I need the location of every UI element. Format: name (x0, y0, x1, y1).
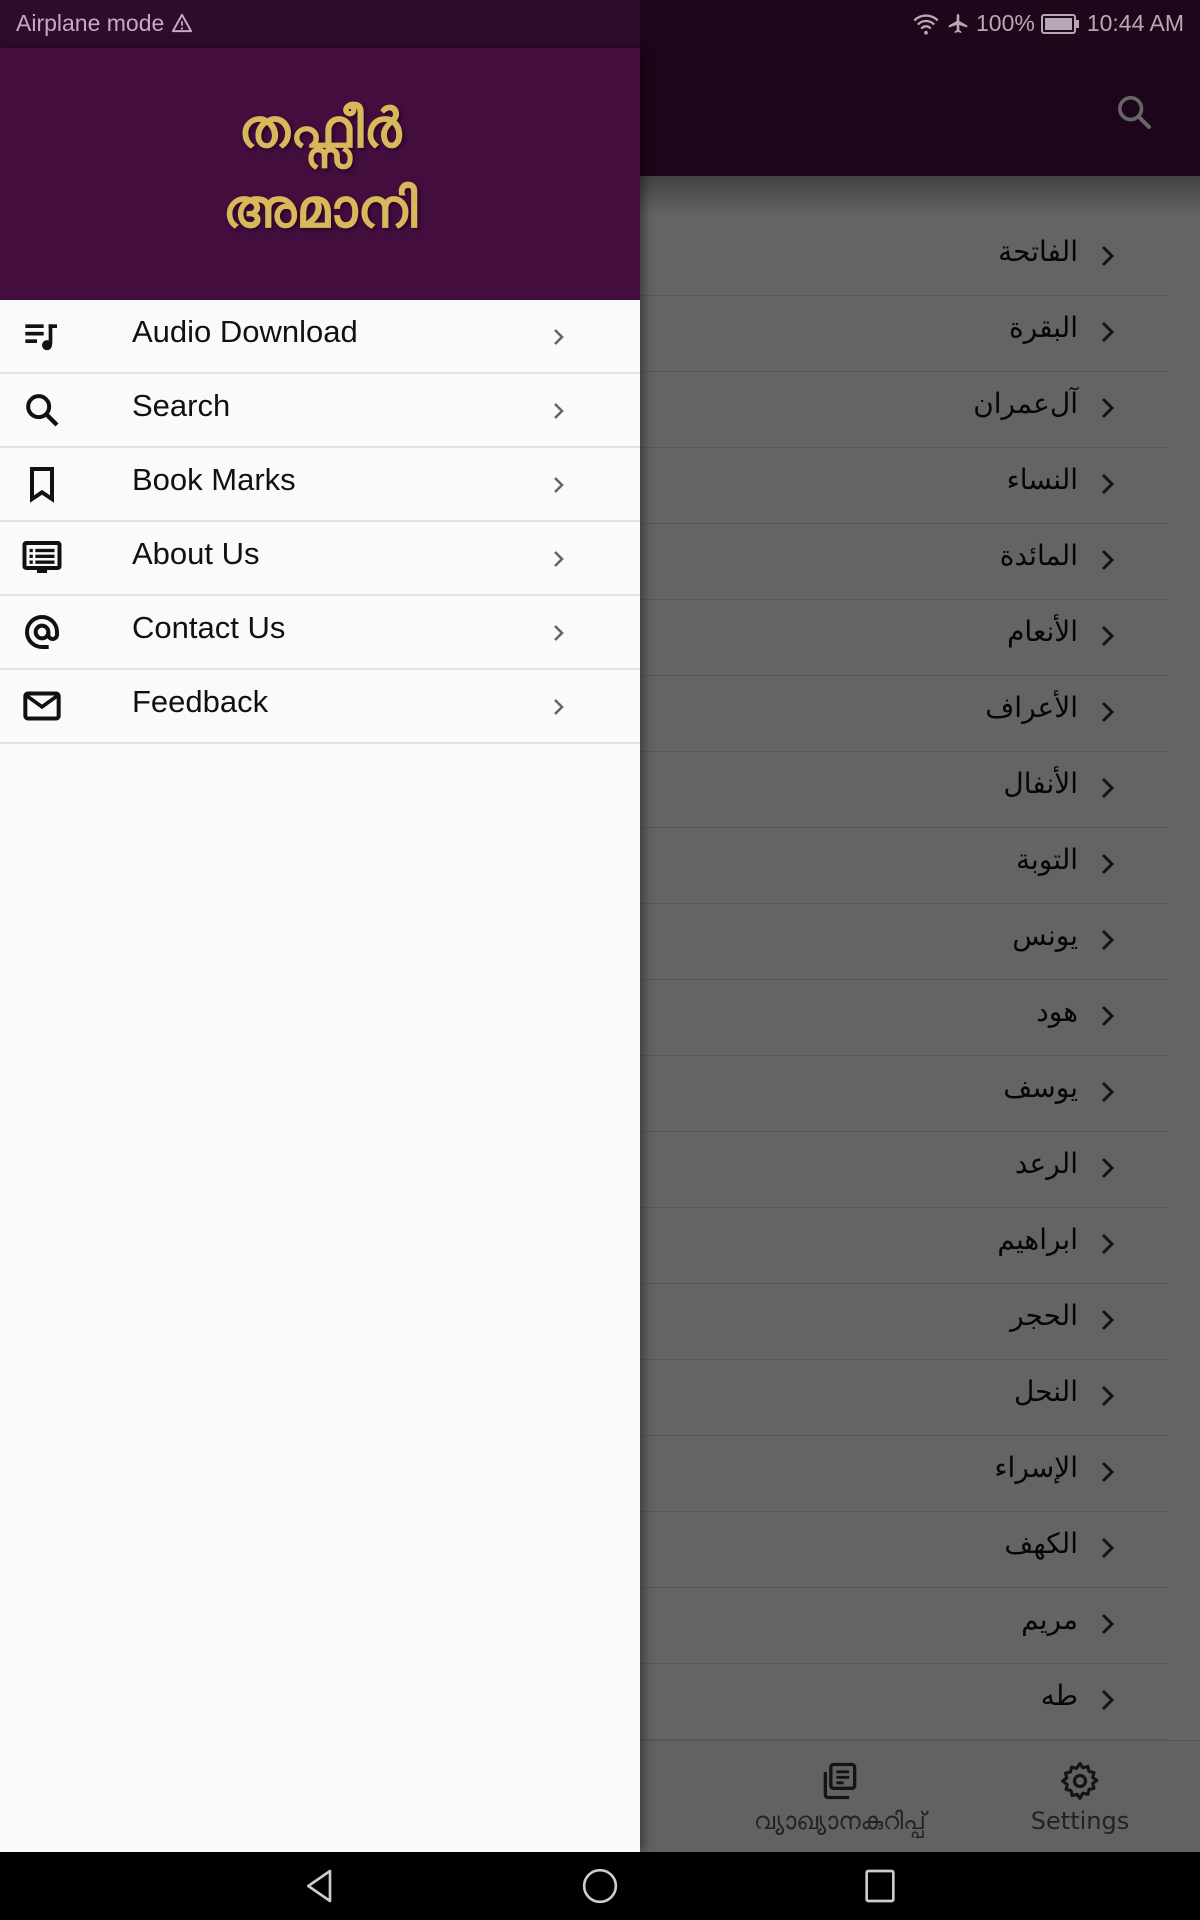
menu-item-contact-us[interactable]: Contact Us (0, 596, 640, 670)
app-logo: തഫ്സീർ അമാനി (210, 88, 430, 268)
chevron-right-icon (554, 699, 564, 715)
system-navigation-bar (0, 1852, 1200, 1920)
chevron-right-icon (554, 477, 564, 493)
playlist-music-icon (25, 324, 57, 351)
wifi-icon (913, 13, 939, 35)
chevron-right-icon (554, 329, 564, 345)
menu-item-label: Search (132, 388, 231, 423)
mail-icon (23, 691, 61, 721)
menu-item-label: Feedback (132, 684, 269, 719)
menu-item-label: Contact Us (132, 610, 286, 645)
drawer-header: തഫ്സീർ അമാനി (0, 48, 640, 300)
bookmark-icon (30, 467, 54, 503)
menu-item-search[interactable]: Search (0, 374, 640, 448)
menu-item-book-marks[interactable]: Book Marks (0, 448, 640, 522)
chevron-right-icon (554, 625, 564, 641)
logo-line-2: അമാനി (222, 176, 418, 240)
airplane-icon (948, 13, 968, 33)
at-sign-icon (25, 615, 59, 649)
list-monitor-icon (22, 541, 62, 573)
menu-item-about-us[interactable]: About Us (0, 522, 640, 596)
menu-item-label: Book Marks (132, 462, 296, 497)
warning-triangle-icon (171, 13, 192, 33)
logo-line-1: തഫ്സീർ (238, 96, 402, 160)
chevron-right-icon (554, 403, 564, 419)
home-icon[interactable] (580, 1866, 620, 1906)
battery-percent: 100% (975, 10, 1035, 36)
chevron-right-icon (554, 551, 564, 567)
menu-item-audio-download[interactable]: Audio Download (0, 300, 640, 374)
navigation-drawer: തഫ്സീർ അമാനി Audio Download Search Book … (0, 48, 640, 1852)
menu-item-label: Audio Download (132, 314, 358, 349)
menu-item-feedback[interactable]: Feedback (0, 670, 640, 744)
search-icon (26, 394, 59, 427)
status-airplane-mode-text: Airplane mode (16, 10, 165, 36)
drawer-menu: Audio Download Search Book Marks About U… (0, 300, 640, 744)
menu-item-label: About Us (132, 536, 260, 571)
status-right-group: 100% 10:44 AM (912, 10, 1184, 37)
back-icon[interactable] (300, 1866, 340, 1906)
status-airplane-mode-overlay: Airplane mode (16, 10, 193, 37)
clock: 10:44 AM (1086, 10, 1184, 36)
battery-icon (1040, 13, 1079, 34)
recents-icon[interactable] (860, 1866, 900, 1906)
